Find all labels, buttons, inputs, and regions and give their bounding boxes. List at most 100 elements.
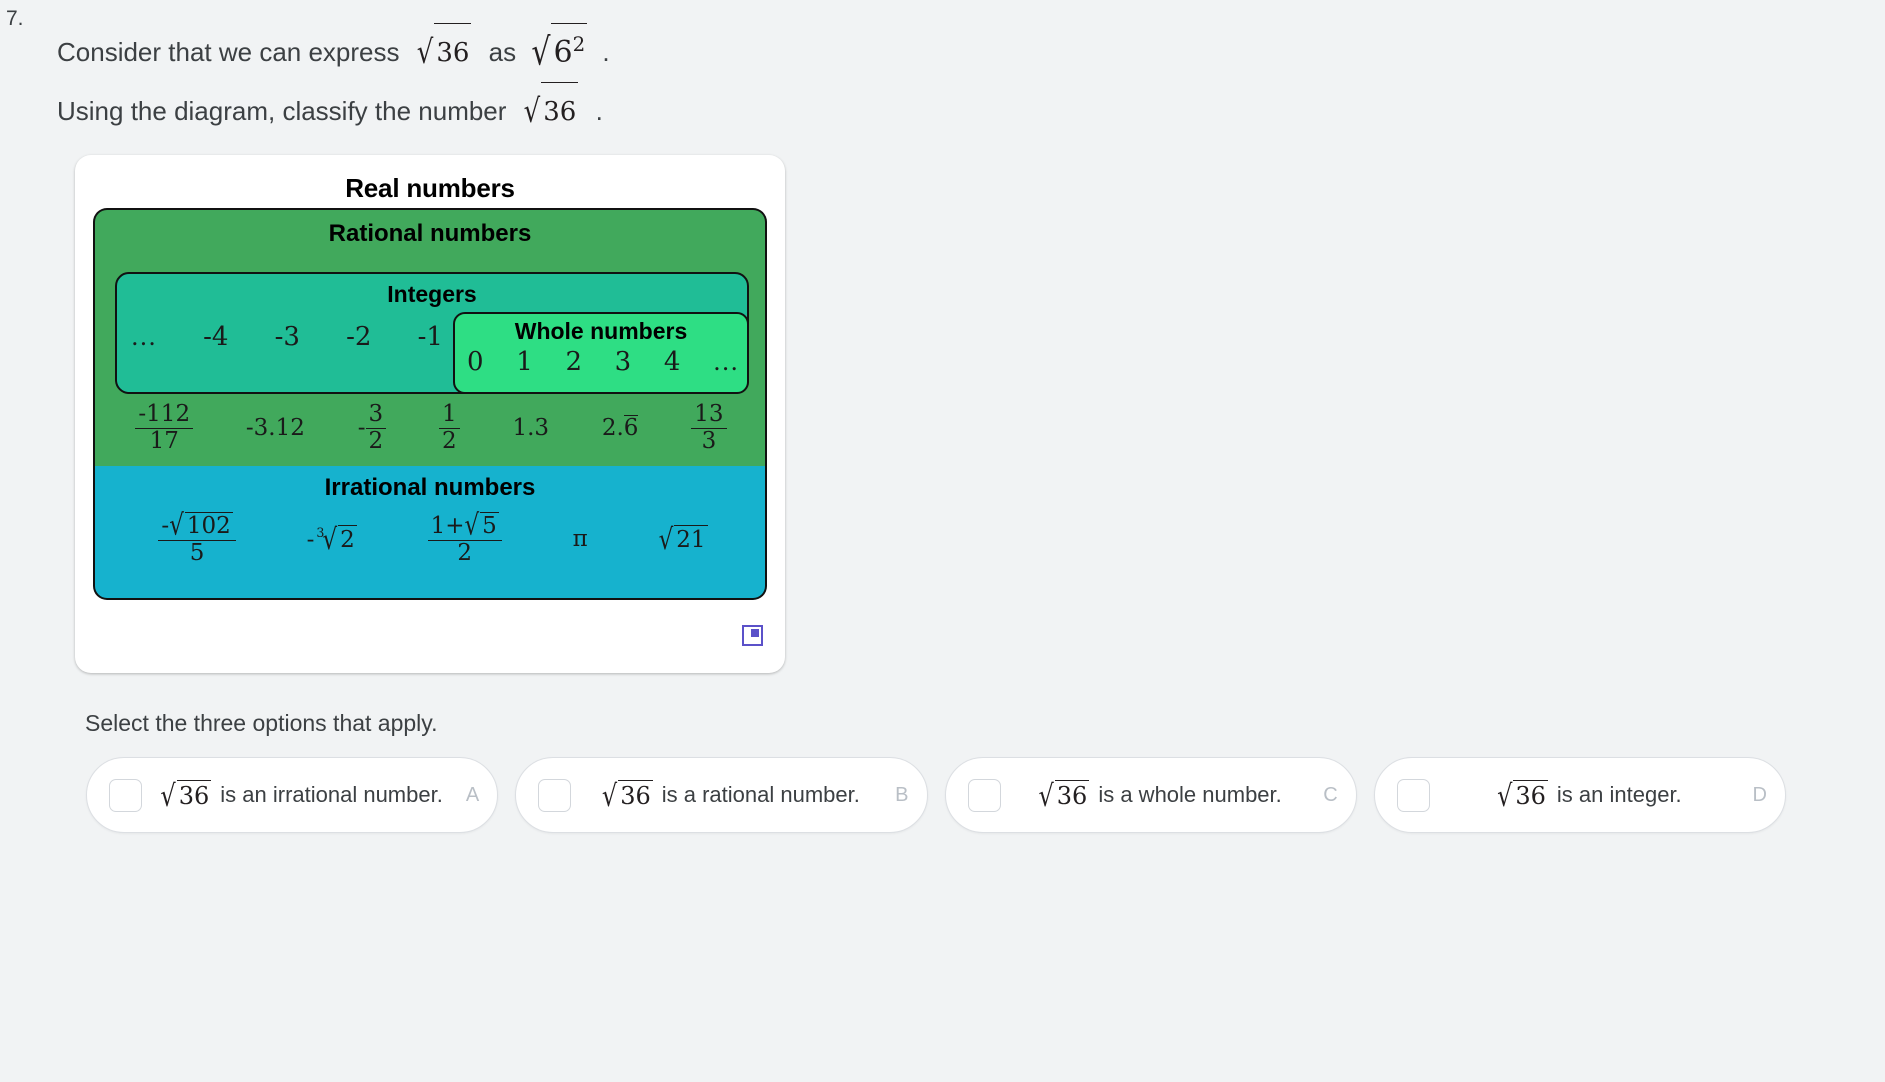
denominator: 5 (158, 539, 236, 567)
integer-value: ... (131, 323, 157, 351)
stem-line-2-text-before: Using the diagram, classify the number (57, 96, 507, 127)
radicand-value: 21 (674, 525, 708, 554)
answer-option-d-body: √ 36 is an integer. (1430, 779, 1749, 814)
denominator: 17 (135, 427, 194, 455)
answer-option-b-letter: B (895, 783, 909, 806)
answer-option-d-label: is an integer. (1556, 782, 1682, 807)
stem-line-1-period: . (602, 37, 610, 68)
irrational-value-sqrt: √ 21 (659, 524, 708, 557)
answer-option-a-body: √ 36 is an irrational number. (142, 779, 461, 814)
irrational-value-pi: π (572, 526, 588, 553)
radical-sign-icon: √ (658, 524, 674, 557)
answer-option-d-letter: D (1752, 783, 1767, 806)
integer-value: -1 (417, 322, 443, 352)
radicand-value: 36 (434, 23, 472, 81)
radical-sign-icon: √ (523, 93, 541, 132)
sqrt-expression: √ 5 (464, 509, 499, 543)
denominator: 2 (365, 427, 387, 455)
repeating-digit-with-bar: 6 (623, 415, 639, 442)
radicand-value: 36 (1054, 780, 1090, 810)
minus-sign: - (161, 513, 170, 539)
whole-value: 1 (516, 347, 533, 377)
expand-image-icon[interactable] (742, 625, 763, 646)
radicand-value: 62 (551, 23, 588, 81)
rational-value-fraction: -112 17 (135, 401, 194, 455)
answer-option-c-body: √ 36 is a whole number. (1001, 779, 1320, 814)
sqrt-expression: √ 102 (169, 509, 233, 543)
sqrt-expression: √ 2 (322, 524, 357, 557)
rational-value-fraction: 1 2 (438, 401, 460, 455)
radicand-value: 36 (541, 82, 579, 140)
label-integers: Integers (387, 281, 477, 307)
radicand-value: 5 (480, 512, 499, 539)
answer-options-list: √ 36 is an irrational number. A √ 36 is a … (86, 757, 1786, 833)
radical-sign-icon: √ (601, 778, 618, 814)
numerator: 1 (441, 401, 457, 427)
answer-option-b-body: √ 36 is a rational number. (571, 779, 890, 814)
radical-sign-icon: √ (169, 509, 184, 543)
numerator-prefix: 1+ (430, 513, 465, 539)
sqrt-36-inline-2: √ 36 (524, 82, 579, 140)
radical-sign-icon: √ (416, 34, 434, 72)
whole-value: 2 (565, 347, 582, 377)
integer-value: -2 (346, 322, 372, 352)
answer-option-c-letter: C (1323, 783, 1338, 806)
rational-value-fraction: 13 3 (691, 401, 727, 455)
rational-value-repeating-decimal: 2.6 (602, 415, 639, 441)
rational-value-negative-fraction: - 3 2 (358, 401, 387, 455)
label-whole-numbers: Whole numbers (514, 318, 688, 344)
answer-option-b-label: is a rational number. (661, 782, 860, 807)
answer-option-a[interactable]: √ 36 is an irrational number. A (86, 757, 499, 833)
set-box-irrational-numbers: Irrational numbers -√ 102 5 -3√ 2 1+√ 5 2 π (93, 466, 767, 600)
whole-value: ... (713, 348, 739, 376)
label-rational-numbers: Rational numbers (328, 220, 532, 247)
denominator: 3 (691, 427, 727, 455)
repeating-decimal-whole: 2. (601, 415, 624, 442)
checkbox-option-b[interactable] (538, 778, 572, 812)
stem-line-1-text-middle: as (488, 37, 517, 68)
radical-sign-icon: √ (1497, 778, 1513, 814)
answer-option-d[interactable]: √ 36 is an integer. D (1373, 757, 1786, 833)
radicand-value: 36 (618, 780, 653, 810)
radical-sign-icon: √ (464, 509, 480, 543)
irrational-example-values: -√ 102 5 -3√ 2 1+√ 5 2 π √ 21 (123, 509, 743, 567)
label-irrational-numbers: Irrational numbers (324, 474, 536, 501)
exponent-value: 2 (572, 33, 586, 57)
sqrt-36-inline-1: √ 36 (417, 23, 472, 81)
question-stem: Consider that we can express √ 36 as √ 62 … (57, 22, 1457, 140)
numerator: 1+√ 5 (428, 509, 502, 543)
stem-line-2-period: . (595, 96, 603, 127)
radical-sign-icon: √ (160, 778, 176, 814)
whole-value: 4 (663, 347, 681, 377)
numerator: -√ 102 (158, 509, 235, 543)
denominator: 2 (427, 539, 502, 567)
minus-sign: - (306, 527, 315, 554)
irrational-value-cube-root: -3√ 2 (306, 524, 357, 557)
answer-option-c[interactable]: √ 36 is a whole number. C (944, 757, 1357, 833)
checkbox-option-c[interactable] (967, 778, 1001, 812)
numerator: 3 (368, 401, 384, 427)
radical-sign-icon: √ (322, 524, 338, 557)
answer-option-a-label: is an irrational number. (220, 782, 443, 807)
checkbox-option-d[interactable] (1396, 778, 1430, 812)
diagram-title-real-numbers: Real numbers (345, 173, 515, 203)
irrational-value-golden-ratio: 1+√ 5 2 (427, 509, 502, 567)
sqrt-expression: √ 36 (602, 779, 653, 814)
stem-line-1-text-before: Consider that we can express (57, 37, 400, 68)
sqrt-6-squared: √ 62 (531, 23, 588, 81)
answer-option-b[interactable]: √ 36 is a rational number. B (515, 757, 928, 833)
select-instruction: Select the three options that apply. (85, 710, 438, 736)
denominator: 2 (438, 427, 460, 455)
irrational-value-sqrt-fraction: -√ 102 5 (158, 509, 236, 567)
radical-sign-icon: √ (1038, 778, 1054, 814)
checkbox-option-a[interactable] (109, 778, 142, 812)
integer-value: -3 (274, 322, 300, 352)
radicand-value: 2 (338, 525, 357, 554)
whole-value: 0 (467, 347, 484, 377)
number-sets-diagram: Real numbers Rational numbers Integers .… (75, 155, 785, 673)
sqrt-expression: √ 36 (1497, 779, 1548, 814)
rational-value-decimal: -3.12 (245, 415, 305, 442)
radicand-value: 36 (176, 780, 212, 810)
stem-line-1: Consider that we can express √ 36 as √ 62 … (57, 22, 1457, 81)
question-page: 7. Consider that we can express √ 36 as √… (0, 0, 1885, 1082)
